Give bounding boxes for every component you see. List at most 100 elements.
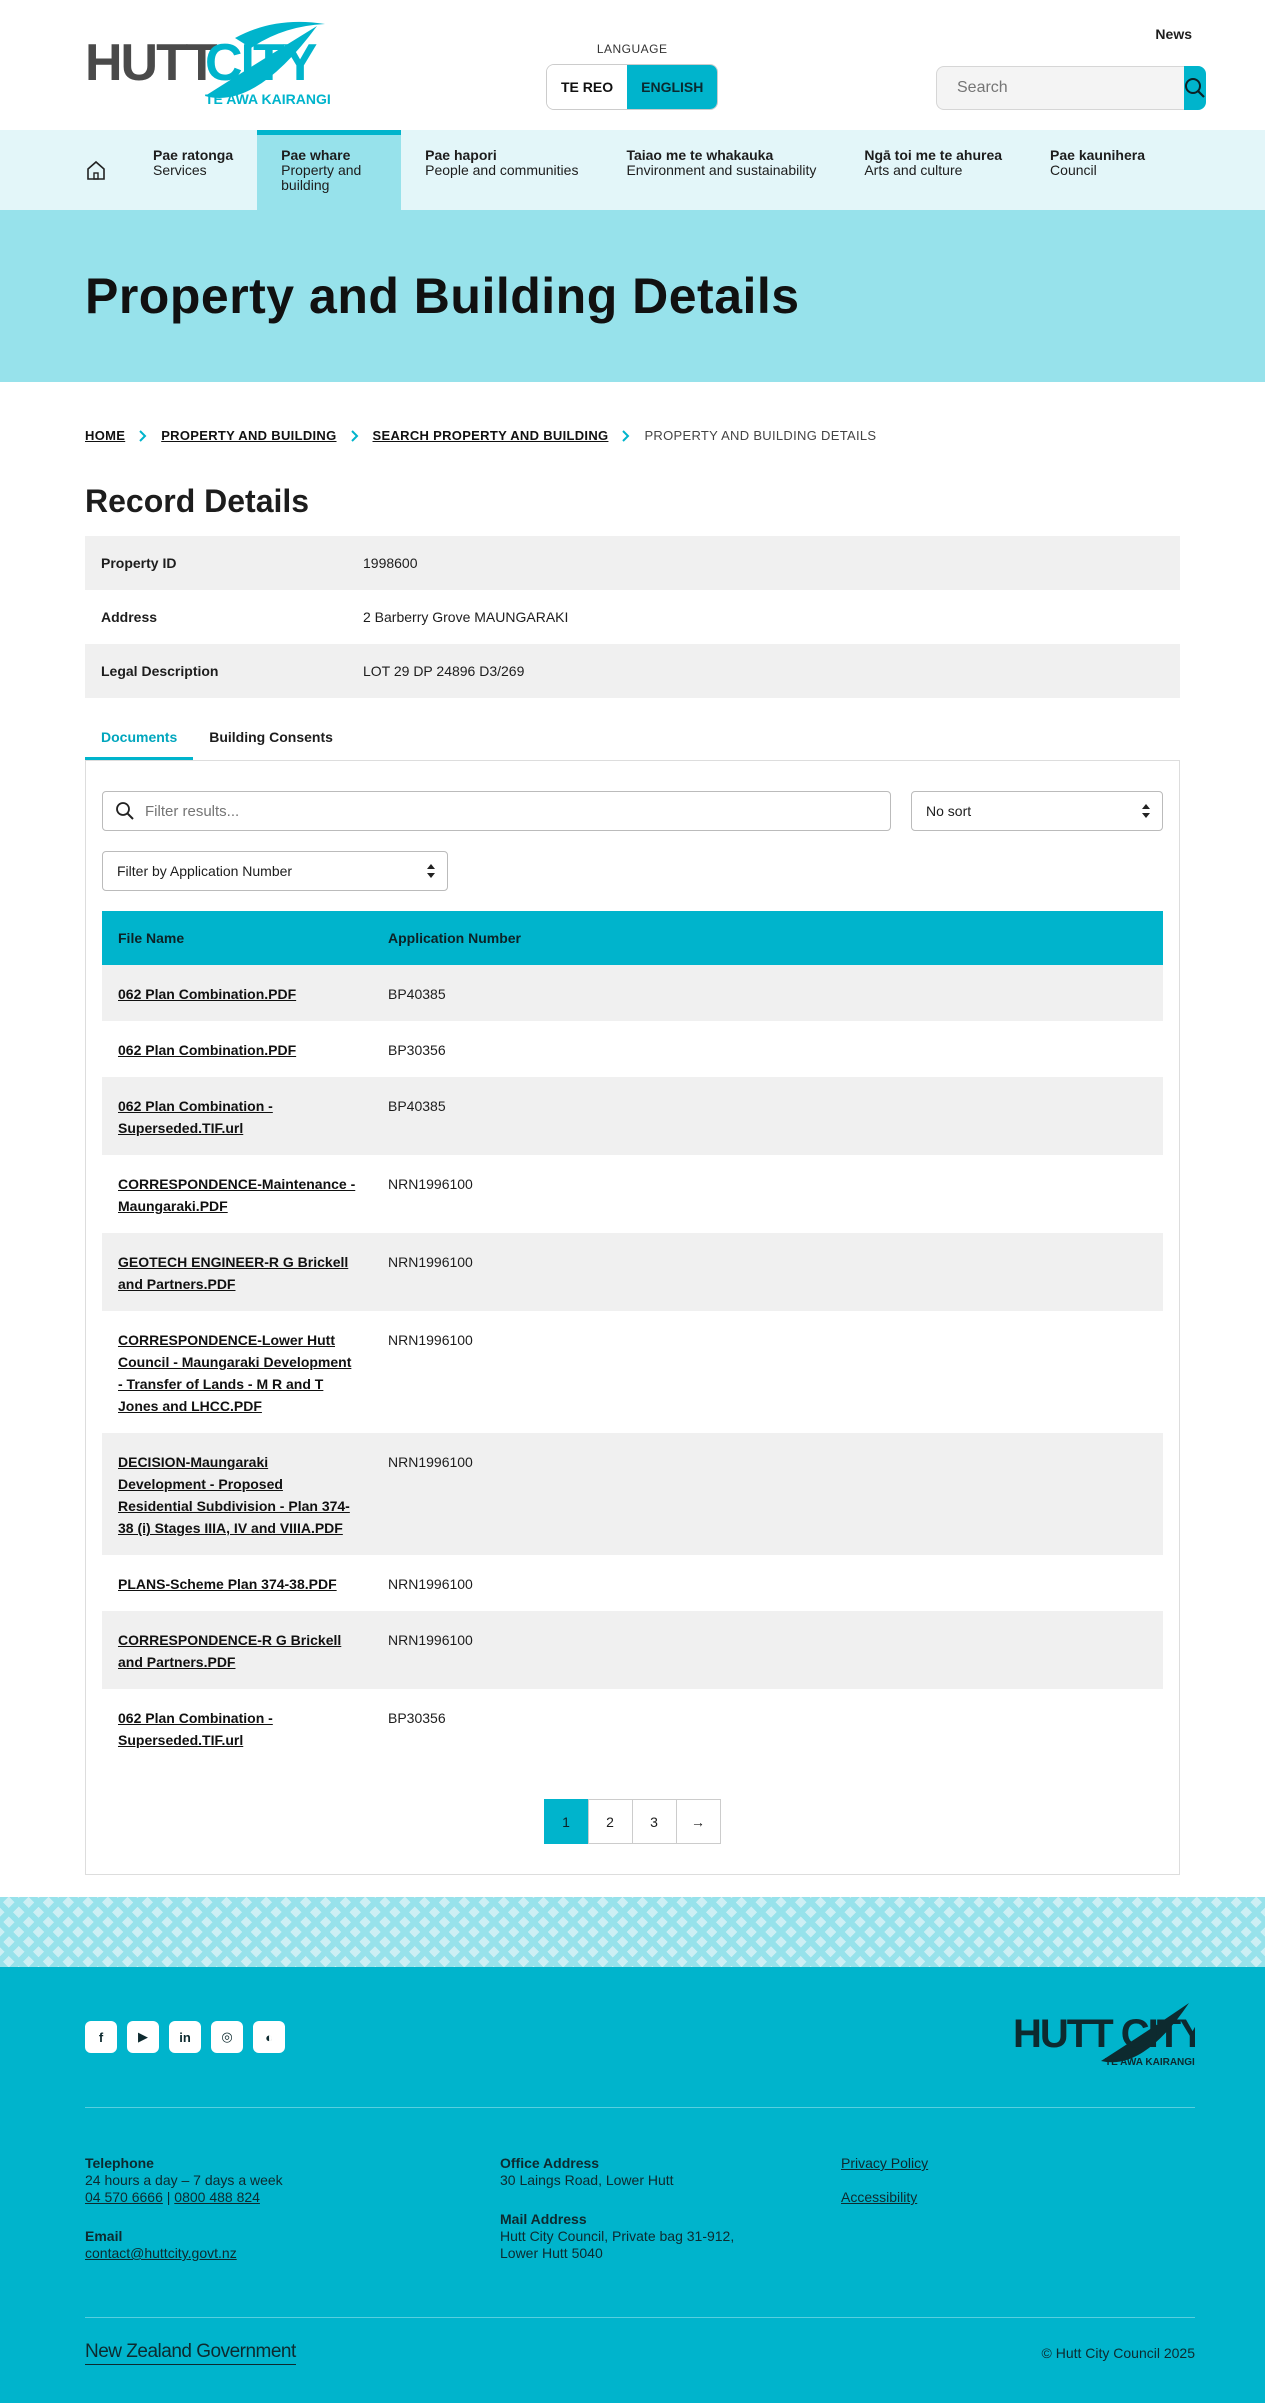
svg-text:TE AWA KAIRANGI: TE AWA KAIRANGI bbox=[205, 91, 330, 107]
detail-row: Property ID 1998600 bbox=[85, 536, 1180, 590]
nav-sub: Arts and culture bbox=[864, 162, 963, 178]
search-button[interactable] bbox=[1184, 66, 1206, 110]
table-row: GEOTECH ENGINEER-R G Brickell and Partne… bbox=[102, 1233, 1163, 1311]
accessibility-link[interactable]: Accessibility bbox=[841, 2189, 917, 2205]
file-link[interactable]: DECISION-Maungaraki Development - Propos… bbox=[118, 1454, 350, 1536]
facebook-icon[interactable]: f bbox=[85, 2021, 117, 2053]
documents-panel: No sort Filter by Application Number Fil… bbox=[85, 761, 1180, 1875]
chevron-right-icon bbox=[622, 429, 630, 442]
detail-row: Legal Description LOT 29 DP 24896 D3/269 bbox=[85, 644, 1180, 698]
page-3-button[interactable]: 3 bbox=[631, 1799, 677, 1844]
next-page-button[interactable]: → bbox=[675, 1799, 721, 1844]
chevron-right-icon bbox=[139, 429, 147, 442]
application-number: BP30356 bbox=[388, 1710, 446, 1726]
file-link[interactable]: 062 Plan Combination - Superseded.TIF.ur… bbox=[118, 1098, 273, 1136]
breadcrumb-search[interactable]: SEARCH PROPERTY AND BUILDING bbox=[373, 428, 609, 443]
english-button[interactable]: ENGLISH bbox=[627, 65, 718, 109]
privacy-policy-link[interactable]: Privacy Policy bbox=[841, 2155, 928, 2171]
detail-value: 2 Barberry Grove MAUNGARAKI bbox=[363, 609, 569, 625]
nav-title: Pae kaunihera bbox=[1050, 147, 1145, 163]
page-1-button[interactable]: 1 bbox=[543, 1799, 589, 1844]
table-row: 062 Plan Combination - Superseded.TIF.ur… bbox=[102, 1077, 1163, 1155]
sort-select[interactable]: No sort bbox=[911, 791, 1163, 831]
linkedin-icon[interactable]: in bbox=[169, 2021, 201, 2053]
nz-government-logo[interactable]: New Zealand Government bbox=[85, 2341, 296, 2365]
svg-text:TE AWA KAIRANGI: TE AWA KAIRANGI bbox=[1105, 2057, 1195, 2068]
phone-link-1[interactable]: 04 570 6666 bbox=[85, 2189, 163, 2205]
application-number: BP40385 bbox=[388, 986, 446, 1002]
nav-item-people[interactable]: Pae hapori People and communities bbox=[401, 130, 602, 210]
table-row: DECISION-Maungaraki Development - Propos… bbox=[102, 1433, 1163, 1555]
nav-title: Pae hapori bbox=[425, 147, 497, 163]
svg-text:HUTT: HUTT bbox=[85, 34, 218, 92]
detail-row: Address 2 Barberry Grove MAUNGARAKI bbox=[85, 590, 1180, 644]
nav-sub: People and communities bbox=[425, 162, 579, 178]
nav-title: Pae ratonga bbox=[153, 147, 234, 163]
breadcrumb-home[interactable]: HOME bbox=[85, 428, 125, 443]
hutt-city-logo[interactable]: HUTT CITY TE AWA KAIRANGI bbox=[85, 18, 330, 113]
nav-item-arts[interactable]: Ngā toi me te ahurea Arts and culture bbox=[840, 130, 1026, 210]
nav-item-property[interactable]: Pae whare Property and building bbox=[257, 130, 402, 210]
column-header-file-name[interactable]: File Name bbox=[102, 911, 372, 965]
file-link[interactable]: CORRESPONDENCE-Lower Hutt Council - Maun… bbox=[118, 1332, 351, 1414]
breadcrumb-current: PROPERTY AND BUILDING DETAILS bbox=[644, 428, 877, 443]
chevron-right-icon bbox=[350, 429, 359, 442]
application-number: NRN1996100 bbox=[388, 1576, 473, 1592]
nav-sub: Services bbox=[153, 162, 207, 178]
table-row: PLANS-Scheme Plan 374-38.PDF NRN1996100 bbox=[102, 1555, 1163, 1611]
documents-table: File Name Application Number 062 Plan Co… bbox=[102, 911, 1163, 1767]
record-heading: Record Details bbox=[85, 483, 310, 519]
copyright: © Hutt City Council 2025 bbox=[1041, 2345, 1196, 2361]
mail-heading: Mail Address bbox=[500, 2211, 587, 2227]
home-nav-item[interactable] bbox=[85, 130, 153, 210]
contrast-icon[interactable]: ◐ bbox=[253, 2021, 285, 2053]
phone-link-2[interactable]: 0800 488 824 bbox=[174, 2189, 260, 2205]
nav-title: Pae whare bbox=[281, 147, 351, 163]
youtube-icon[interactable]: ▶ bbox=[127, 2021, 159, 2053]
search-icon bbox=[1185, 78, 1205, 98]
email-link[interactable]: contact@huttcity.govt.nz bbox=[85, 2245, 237, 2261]
telephone-heading: Telephone bbox=[85, 2155, 154, 2171]
news-link[interactable]: News bbox=[1155, 26, 1192, 42]
file-link[interactable]: 062 Plan Combination - Superseded.TIF.ur… bbox=[118, 1710, 273, 1748]
telephone-hours: 24 hours a day – 7 days a week bbox=[85, 2172, 283, 2188]
page-title: Property and Building Details bbox=[85, 268, 800, 324]
nav-item-environment[interactable]: Taiao me te whakauka Environment and sust… bbox=[602, 130, 840, 210]
nav-sub: Environment and sustainability bbox=[626, 162, 817, 178]
nav-item-council[interactable]: Pae kaunihera Council bbox=[1026, 130, 1169, 210]
tab-building-consents[interactable]: Building Consents bbox=[193, 726, 349, 760]
search-icon bbox=[116, 802, 134, 820]
nav-title: Taiao me te whakauka bbox=[626, 147, 774, 163]
breadcrumb-property[interactable]: PROPERTY AND BUILDING bbox=[161, 428, 336, 443]
nav-sub: Property and building bbox=[281, 162, 362, 193]
instagram-icon[interactable]: ◎ bbox=[211, 2021, 243, 2053]
detail-label: Property ID bbox=[101, 555, 177, 571]
te-reo-button[interactable]: TE REO bbox=[547, 65, 628, 109]
site-header: HUTT CITY TE AWA KAIRANGI LANGUAGE TE RE… bbox=[0, 0, 1265, 130]
detail-label: Legal Description bbox=[101, 663, 219, 679]
sort-select-value: No sort bbox=[926, 803, 972, 819]
file-link[interactable]: CORRESPONDENCE-Maintenance - Maungaraki.… bbox=[118, 1176, 355, 1214]
page-hero: Property and Building Details bbox=[0, 210, 1265, 382]
filter-results-input[interactable] bbox=[135, 802, 890, 820]
page-2-button[interactable]: 2 bbox=[587, 1799, 633, 1844]
search-input[interactable] bbox=[936, 66, 1184, 110]
application-number-filter[interactable]: Filter by Application Number bbox=[102, 851, 448, 891]
svg-text:CITY: CITY bbox=[205, 34, 317, 92]
file-link[interactable]: 062 Plan Combination.PDF bbox=[118, 1042, 296, 1058]
application-number: NRN1996100 bbox=[388, 1454, 473, 1470]
nav-item-services[interactable]: Pae ratonga Services bbox=[153, 130, 257, 210]
email-heading: Email bbox=[85, 2228, 123, 2244]
tab-bar: Documents Building Consents bbox=[85, 726, 1180, 761]
file-link[interactable]: GEOTECH ENGINEER-R G Brickell and Partne… bbox=[118, 1254, 348, 1292]
mail-address-line-1: Hutt City Council, Private bag 31-912, bbox=[500, 2228, 735, 2244]
column-header-application-number[interactable]: Application Number bbox=[372, 911, 1163, 965]
file-link[interactable]: PLANS-Scheme Plan 374-38.PDF bbox=[118, 1576, 337, 1592]
footer-contact: Telephone 24 hours a day – 7 days a week… bbox=[85, 2155, 283, 2262]
tab-documents[interactable]: Documents bbox=[85, 726, 194, 760]
footer-hutt-city-logo[interactable]: HUTT CITY TE AWA KAIRANGI bbox=[1013, 1997, 1195, 2073]
file-link[interactable]: 062 Plan Combination.PDF bbox=[118, 986, 296, 1002]
application-number: NRN1996100 bbox=[388, 1632, 473, 1648]
file-link[interactable]: CORRESPONDENCE-R G Brickell and Partners… bbox=[118, 1632, 341, 1670]
application-number: NRN1996100 bbox=[388, 1332, 473, 1348]
